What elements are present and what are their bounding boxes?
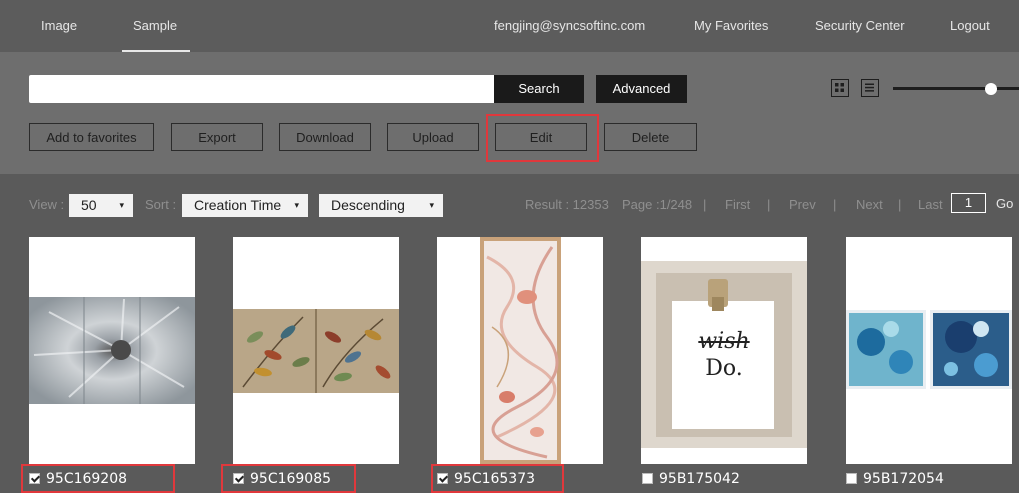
last-page-link[interactable]: Last <box>918 197 943 212</box>
sort-label: Sort : <box>145 197 177 212</box>
pagination-separator: | <box>833 197 837 212</box>
item-code: 95B172054 <box>863 471 944 487</box>
add-to-favorites-button[interactable]: Add to favorites <box>29 123 154 151</box>
image-card[interactable]: wish Do. <box>641 237 807 464</box>
item-code: 95B175042 <box>659 471 740 487</box>
marble-panel-thumbnail <box>480 237 561 464</box>
view-count-select[interactable]: 50 ▾ <box>69 194 133 217</box>
leaves-diptych-thumbnail <box>233 309 399 393</box>
my-favorites-link[interactable]: My Favorites <box>694 0 768 52</box>
caret-down-icon: ▾ <box>294 200 299 210</box>
user-email-link[interactable]: fengjing@syncsoftinc.com <box>494 0 645 52</box>
image-card[interactable] <box>846 237 1012 464</box>
item-label[interactable]: 95B172054 <box>846 471 944 487</box>
view-count-value: 50 <box>81 197 97 213</box>
pagination-separator: | <box>767 197 771 212</box>
item-checkbox[interactable] <box>233 473 244 484</box>
image-card[interactable] <box>437 237 603 464</box>
upload-button[interactable]: Upload <box>387 123 479 151</box>
item-label[interactable]: 95B175042 <box>642 471 740 487</box>
security-center-link[interactable]: Security Center <box>815 0 905 52</box>
pagination-separator: | <box>898 197 902 212</box>
caret-down-icon: ▾ <box>119 200 124 210</box>
grid-view-icon[interactable] <box>831 79 849 97</box>
edit-button[interactable]: Edit <box>495 123 587 151</box>
image-card[interactable] <box>29 237 195 464</box>
item-checkbox[interactable] <box>29 473 40 484</box>
flower-triptych-thumbnail <box>29 297 195 404</box>
page-number-input[interactable]: 1 <box>951 193 986 213</box>
sort-order-value: Descending <box>331 197 405 213</box>
delete-button[interactable]: Delete <box>604 123 697 151</box>
item-checkbox[interactable] <box>642 473 653 484</box>
item-code: 95C169085 <box>250 471 332 487</box>
blue-flowers-diptych-thumbnail <box>846 310 1012 389</box>
thumbnail-size-slider-track[interactable] <box>893 87 1019 90</box>
sort-field-select[interactable]: Creation Time ▾ <box>182 194 308 217</box>
item-label[interactable]: 95C169208 <box>29 471 127 487</box>
download-button[interactable]: Download <box>279 123 371 151</box>
prev-page-link[interactable]: Prev <box>789 197 816 212</box>
export-button[interactable]: Export <box>171 123 263 151</box>
frame-art-text: wish <box>698 329 750 354</box>
item-code: 95C165373 <box>454 471 536 487</box>
item-code: 95C169208 <box>46 471 128 487</box>
search-input[interactable] <box>29 75 494 103</box>
sort-order-select[interactable]: Descending ▾ <box>319 194 443 217</box>
next-page-link[interactable]: Next <box>856 197 883 212</box>
search-button[interactable]: Search <box>494 75 584 103</box>
list-view-icon[interactable] <box>861 79 879 97</box>
toolbar: Search Advanced Add to favorites Export … <box>0 52 1019 174</box>
top-navigation-bar: Image Sample fengjing@syncsoftinc.com My… <box>0 0 1019 52</box>
pagination-separator: | <box>703 197 707 212</box>
view-label: View : <box>29 197 65 212</box>
image-card[interactable] <box>233 237 399 464</box>
item-checkbox[interactable] <box>846 473 857 484</box>
tab-sample[interactable]: Sample <box>133 0 177 52</box>
frame-art-text: Do. <box>705 356 743 381</box>
item-label[interactable]: 95C169085 <box>233 471 331 487</box>
first-page-link[interactable]: First <box>725 197 750 212</box>
tab-image[interactable]: Image <box>41 0 77 52</box>
thumbnail-size-slider-handle[interactable] <box>985 83 997 95</box>
result-count: Result : 12353 <box>525 197 609 212</box>
sort-field-value: Creation Time <box>194 197 282 213</box>
logout-link[interactable]: Logout <box>950 0 990 52</box>
advanced-search-button[interactable]: Advanced <box>596 75 687 103</box>
item-checkbox[interactable] <box>437 473 448 484</box>
caret-down-icon: ▾ <box>429 200 434 210</box>
item-label[interactable]: 95C165373 <box>437 471 535 487</box>
page-indicator: Page :1/248 <box>622 197 693 212</box>
go-button[interactable]: Go <box>996 196 1013 211</box>
